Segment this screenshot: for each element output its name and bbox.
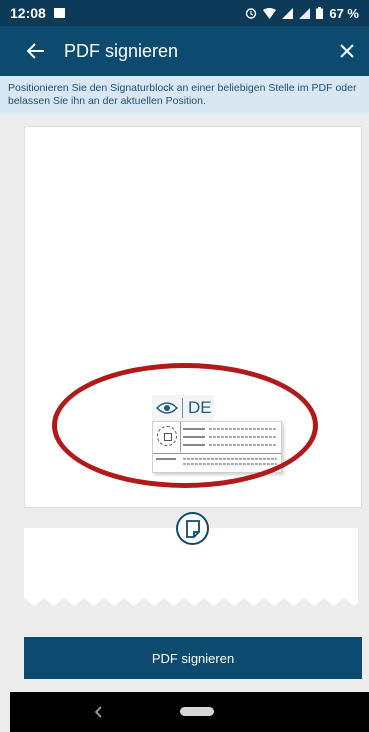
signature-field-row	[183, 442, 277, 448]
signature-block[interactable]: DE	[150, 395, 284, 477]
info-banner: Positionieren Sie den Signaturblock an e…	[0, 76, 369, 114]
nav-home-pill[interactable]	[180, 707, 214, 716]
signature-note-label	[156, 458, 176, 460]
seal-icon	[157, 426, 177, 446]
battery-percent: 67 %	[329, 5, 359, 21]
pdf-preview-area[interactable]: DE	[0, 114, 369, 634]
battery-icon	[316, 7, 324, 19]
logo-text: DE	[188, 398, 212, 417]
divider	[153, 453, 281, 454]
arrow-left-icon	[27, 43, 44, 59]
alarm-icon	[245, 7, 257, 19]
system-nav-bar	[10, 692, 369, 732]
page-indicator-button[interactable]	[176, 512, 209, 545]
back-button[interactable]	[14, 26, 58, 76]
signature-field-row	[183, 426, 277, 432]
close-icon	[340, 44, 354, 58]
app-bar: PDF signieren	[0, 26, 369, 76]
signature-logo: DE	[152, 395, 214, 421]
wifi-icon	[263, 7, 277, 19]
image-icon	[53, 8, 65, 18]
status-bar: 12:08 67 %	[0, 0, 369, 26]
signal-icon	[282, 7, 294, 19]
signal-icon	[299, 7, 311, 19]
pdf-page[interactable]: DE	[24, 126, 362, 508]
close-button[interactable]	[325, 26, 369, 76]
signature-note-line	[183, 463, 277, 465]
status-time: 12:08	[10, 5, 46, 21]
divider	[180, 422, 181, 452]
chevron-left-icon	[94, 706, 102, 718]
sign-pdf-button[interactable]: PDF signieren	[24, 637, 362, 679]
signature-card	[152, 421, 282, 473]
signature-note-line	[183, 458, 277, 460]
document-page-icon	[185, 519, 200, 538]
signature-field-row	[183, 434, 277, 440]
page-title: PDF signieren	[64, 40, 179, 61]
nav-back-button[interactable]	[88, 700, 108, 724]
eye-icon	[152, 401, 182, 415]
